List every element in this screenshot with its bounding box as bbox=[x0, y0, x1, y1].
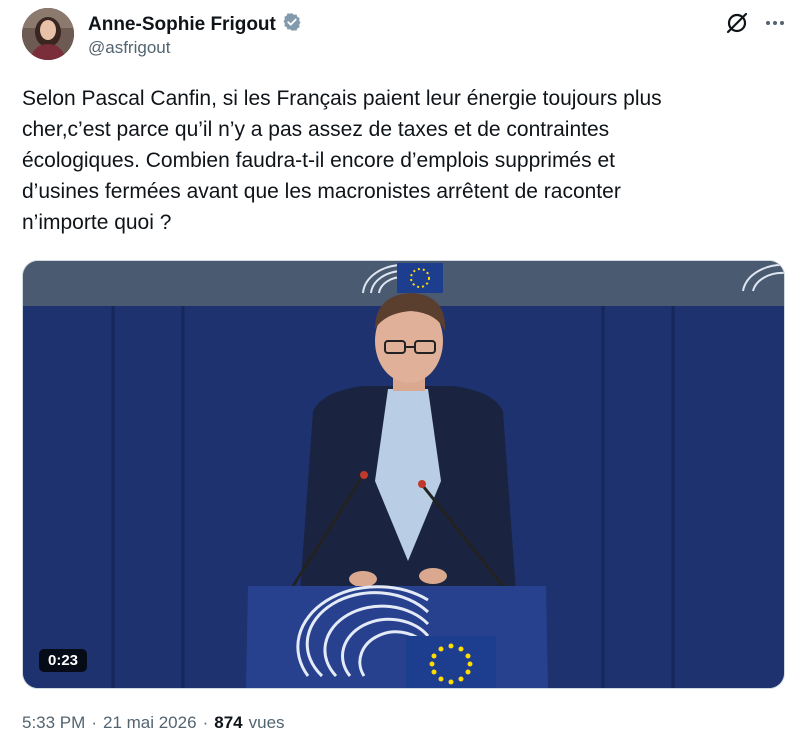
author-name[interactable]: Anne-Sophie Frigout bbox=[88, 14, 276, 36]
video-player[interactable]: 0:23 bbox=[22, 260, 785, 689]
meta-separator: · bbox=[91, 713, 97, 732]
author-handle[interactable]: @asfrigout bbox=[88, 38, 170, 58]
tweet-time[interactable]: 5:33 PM bbox=[22, 713, 85, 733]
verified-badge-icon[interactable] bbox=[282, 12, 302, 37]
views-count[interactable]: 874 bbox=[214, 713, 242, 733]
tweet-text: Selon Pascal Canfin, si les Français pai… bbox=[22, 87, 662, 234]
tweet-meta: 5:33 PM · 21 mai 2026 · 874 vues bbox=[22, 713, 285, 733]
author-name-row: Anne-Sophie Frigout bbox=[88, 12, 302, 37]
views-label: vues bbox=[248, 713, 285, 732]
meta-separator: · bbox=[202, 713, 209, 732]
tweet-date[interactable]: 21 mai 2026 bbox=[103, 713, 197, 733]
video-duration: 0:23 bbox=[39, 649, 88, 672]
author-avatar[interactable] bbox=[22, 8, 74, 60]
grok-icon[interactable] bbox=[724, 10, 750, 36]
more-options-icon[interactable] bbox=[762, 10, 788, 36]
